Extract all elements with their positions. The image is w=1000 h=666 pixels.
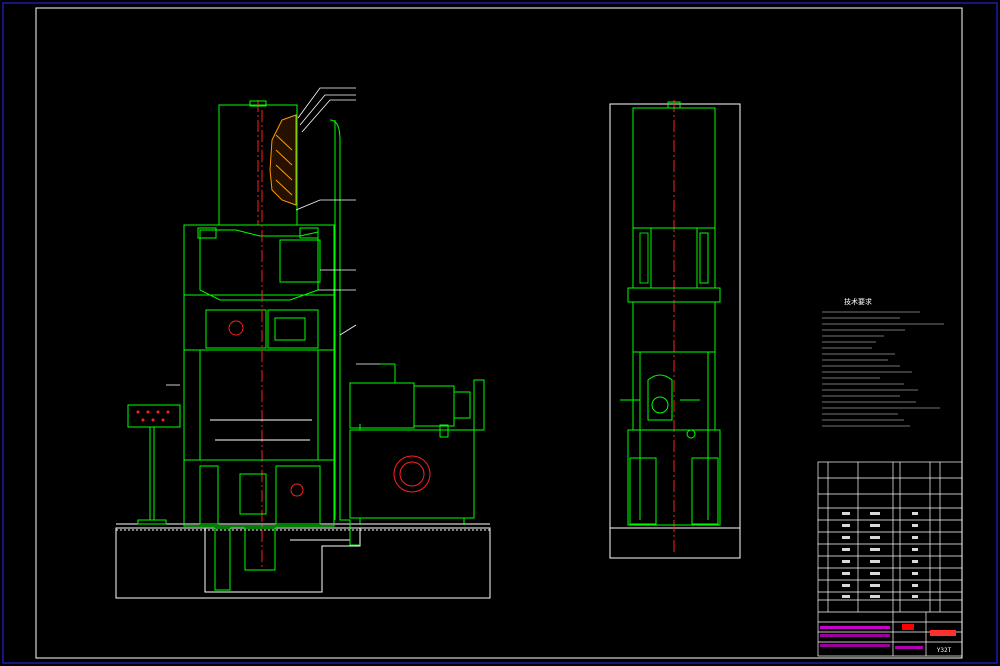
control-panel: [127, 404, 181, 428]
sheet-border: [2, 2, 998, 664]
drawing-canvas: 技术要求 Y32T: [2, 2, 998, 664]
front-view: [115, 100, 491, 599]
oil-tank: [349, 429, 475, 519]
lower-worktable: [183, 459, 335, 527]
cad-drawing-sheet: 技术要求 Y32T: [0, 0, 1000, 666]
motor: [349, 382, 415, 429]
model-number: Y32T: [937, 647, 952, 654]
foundation-block: [115, 527, 491, 599]
side-foundation: [609, 527, 741, 559]
notes-heading: 技术要求: [844, 297, 872, 306]
parts-list-entries: [842, 512, 918, 598]
title-block: Y32T: [820, 624, 956, 654]
technical-notes: 技术要求: [822, 297, 944, 427]
side-view: [609, 100, 741, 559]
inner-frame: [35, 7, 963, 659]
main-frame: [183, 349, 335, 461]
